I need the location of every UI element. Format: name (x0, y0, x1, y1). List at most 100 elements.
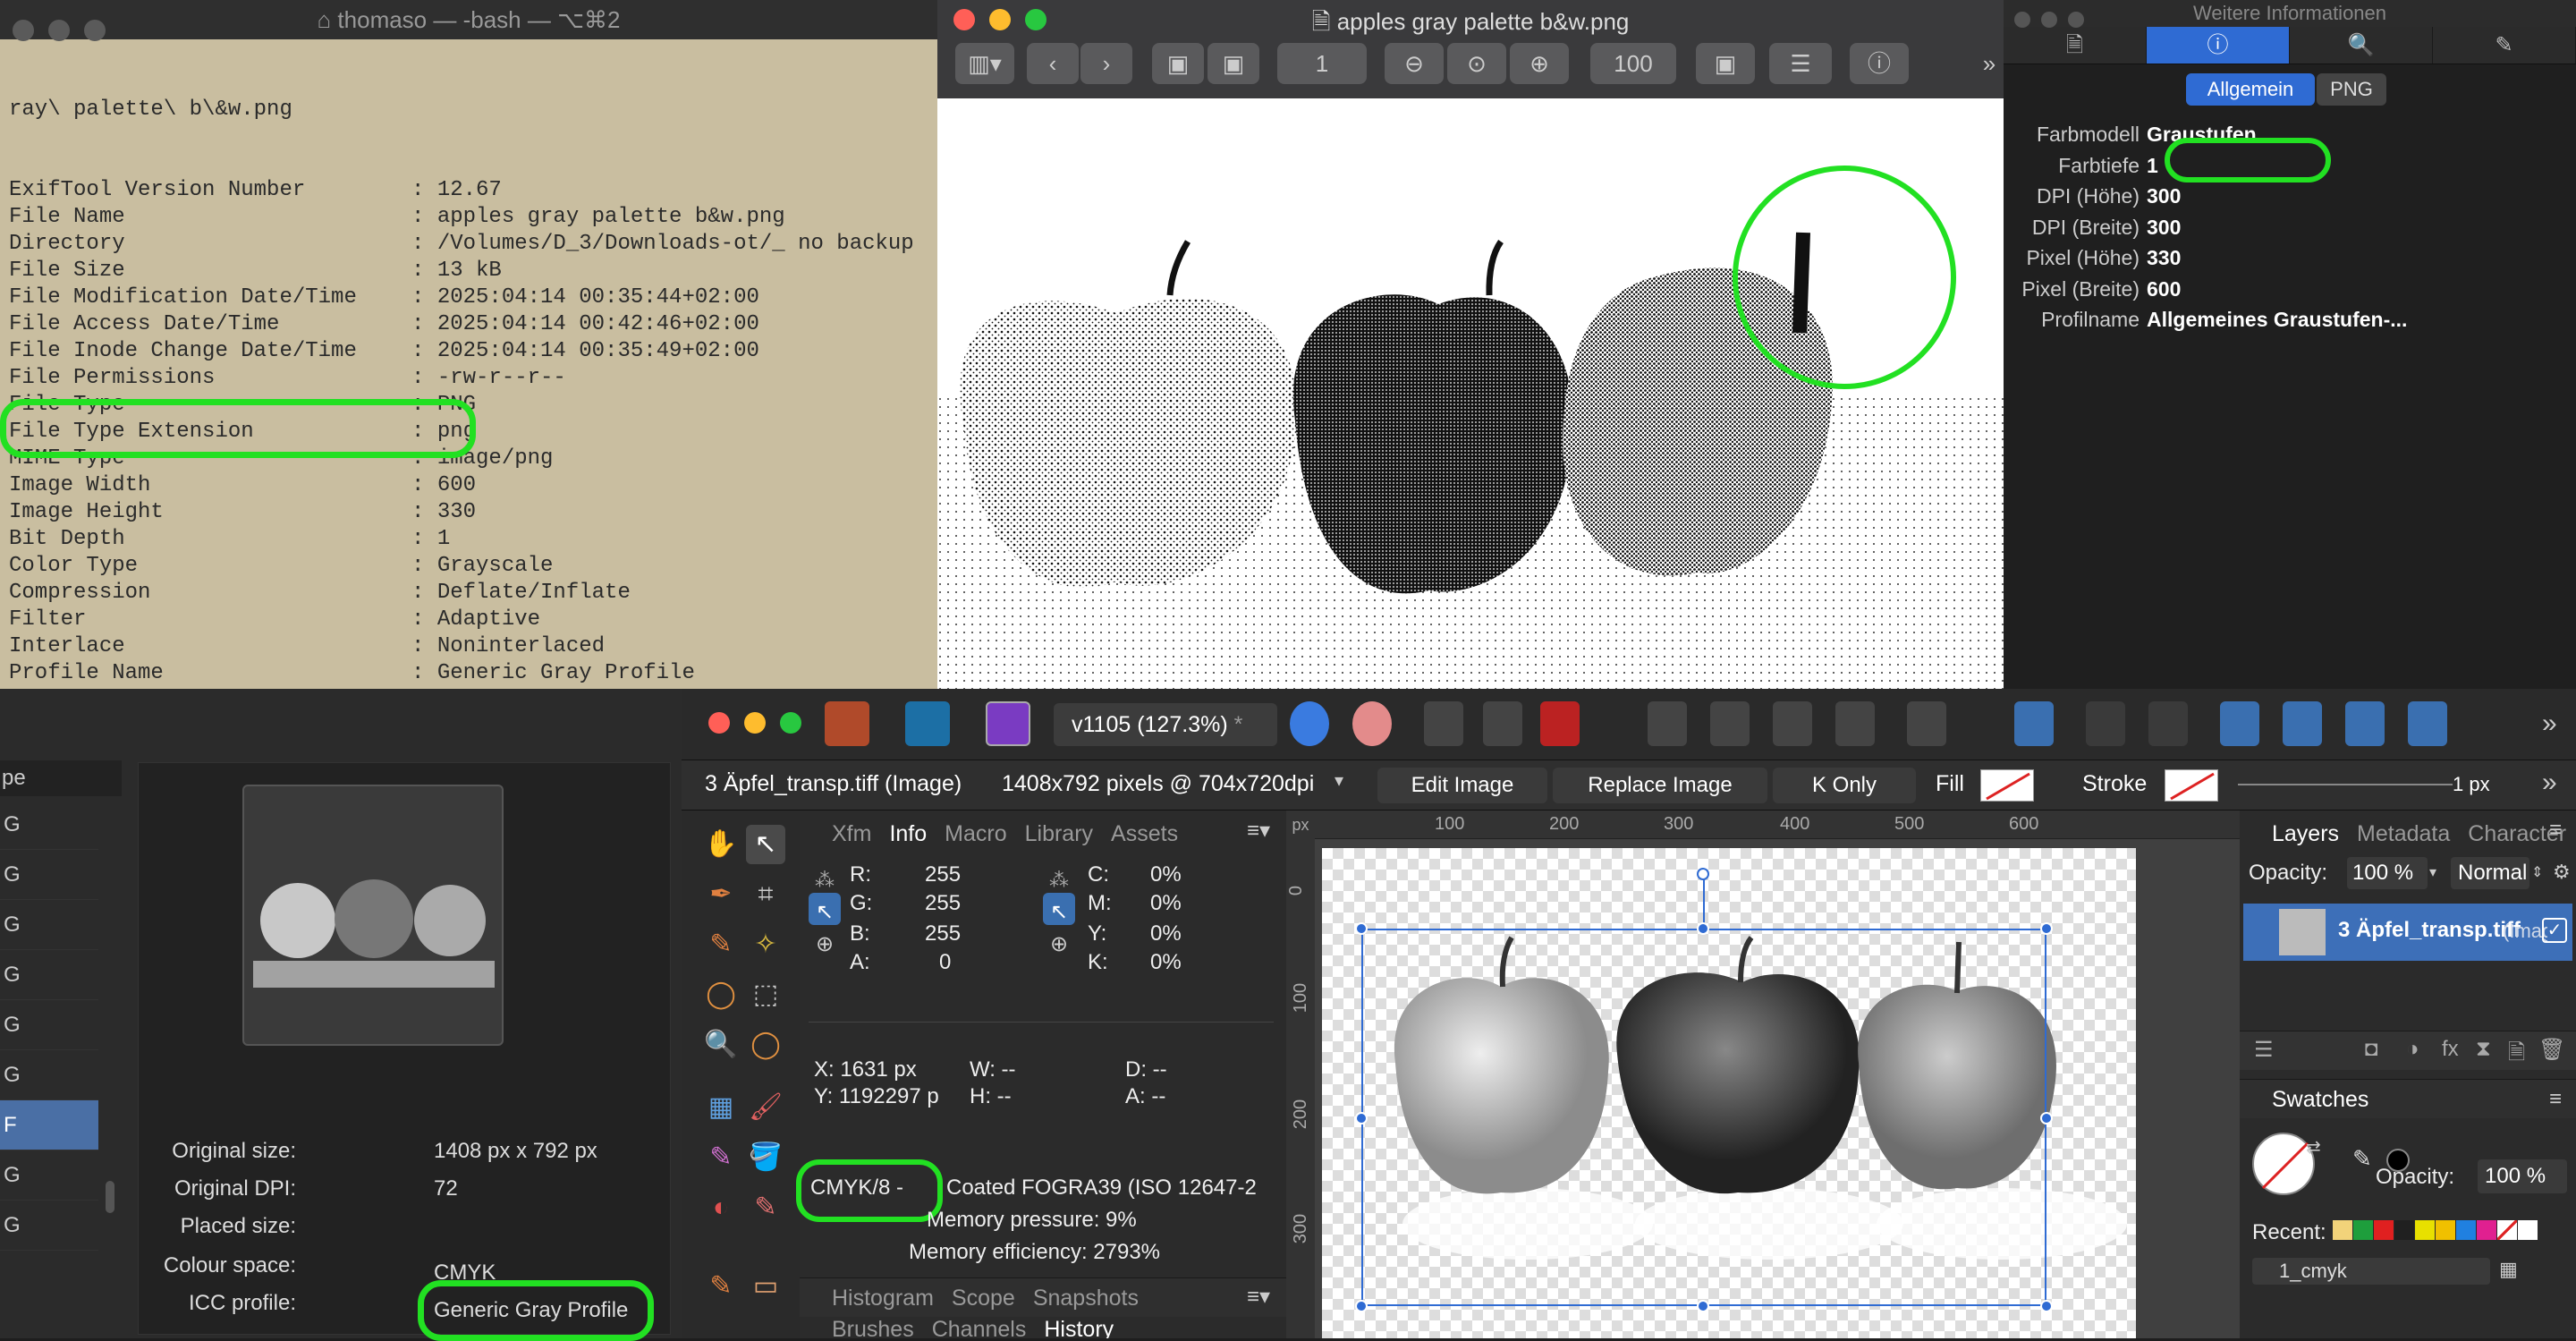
tab-info[interactable]: Info (889, 821, 927, 846)
inspector-titlebar[interactable]: Weitere Informationen (2004, 0, 2576, 29)
hourglass-icon[interactable]: ⧗ (2476, 1037, 2491, 1062)
palette-grid-icon[interactable]: ▦ (2499, 1258, 2518, 1281)
arrange-back-icon[interactable] (2345, 701, 2385, 746)
stroke-width-value[interactable]: 1 px (2453, 773, 2490, 796)
stroke-width-slider[interactable] (2238, 784, 2453, 785)
terminal-output[interactable]: ray\ palette\ b\&w.png ExifTool Version … (0, 39, 937, 689)
zoom-button[interactable] (2068, 12, 2084, 29)
tab-info-icon[interactable]: ⓘ (2147, 27, 2290, 64)
tab-document-icon[interactable]: 🗎 (2004, 27, 2147, 64)
toolbar-overflow-icon[interactable]: » (2542, 709, 2557, 739)
recent-swatch[interactable] (2394, 1220, 2414, 1240)
close-button[interactable] (2014, 12, 2030, 29)
no-selection-icon[interactable] (1773, 701, 1812, 746)
recent-swatch[interactable] (2497, 1220, 2517, 1240)
magic-wand-icon[interactable]: ✧ (746, 925, 785, 964)
close-button[interactable] (13, 20, 34, 42)
context-toolbar[interactable]: 3 Äpfel_transp.tiff (Image) 1408x792 pix… (682, 760, 2576, 811)
swatches-menu-icon[interactable]: ≡ (2549, 1087, 2562, 1112)
layer-row[interactable]: 3 Äpfel_transp.tiff (Image) ✓ (2243, 904, 2572, 961)
handle-bottom-left[interactable] (1355, 1300, 1368, 1312)
info-inspector-window[interactable]: Weitere Informationen 🗎 ⓘ 🔍 ✎ Allgemein … (2004, 0, 2576, 689)
magnet-icon[interactable] (1540, 701, 1580, 746)
palette-select[interactable]: 1_cmyk (2252, 1258, 2490, 1285)
handle-middle-left[interactable] (1355, 1112, 1368, 1125)
close-button[interactable] (708, 712, 730, 734)
recent-swatch[interactable] (2436, 1220, 2455, 1240)
stroke-swatch-none[interactable] (2165, 769, 2218, 802)
list-item[interactable]: G (0, 800, 98, 850)
grid-icon[interactable] (1424, 701, 1463, 746)
segment-png[interactable]: PNG (2317, 73, 2386, 106)
color-sampler-icon[interactable]: ⁂ (809, 861, 841, 893)
arrange-front-icon[interactable] (2408, 701, 2447, 746)
list-item[interactable]: G (0, 900, 98, 950)
scrollbar-thumb[interactable] (106, 1181, 114, 1213)
minimize-button[interactable] (2041, 12, 2057, 29)
marquee-icon[interactable] (1710, 701, 1750, 746)
zoom-in-icon[interactable]: ⊕ (1510, 43, 1569, 84)
context-overflow-icon[interactable]: » (2542, 768, 2557, 798)
page-up-icon[interactable]: ▣ (1152, 43, 1204, 84)
swap-colors-icon[interactable]: ⇄ (2306, 1136, 2321, 1159)
info-panel[interactable]: Xfm Info Macro Library Assets ≡▾ ⁂ ↖ ⊕ R: 255… (796, 811, 1286, 1338)
tab-layers[interactable]: Layers (2272, 821, 2339, 846)
panel-menu-icon[interactable]: ≡▾ (1247, 818, 1270, 844)
place-image-panel[interactable]: pe GGGGGGFGG Original size: 1408 px x 79… (0, 689, 682, 1341)
recent-swatch[interactable] (2333, 1220, 2352, 1240)
handle-top-right[interactable] (2040, 922, 2053, 935)
list-item[interactable]: G (0, 1000, 98, 1050)
freehand-select-icon[interactable]: ◯ (746, 1025, 785, 1065)
pen-tip-icon[interactable] (1648, 701, 1687, 746)
flip-vertical-icon[interactable] (2283, 701, 2322, 746)
list-item[interactable]: G (0, 1150, 98, 1201)
minimize-button[interactable] (48, 20, 70, 42)
recent-swatch[interactable] (2353, 1220, 2373, 1240)
horizontal-ruler[interactable]: 100 200 300 400 500 600 (1315, 811, 2240, 839)
histogram-menu-icon[interactable]: ≡▾ (1247, 1284, 1270, 1310)
actual-size-icon[interactable]: ⊙ (1447, 43, 1506, 84)
tab-brushes[interactable]: Brushes (832, 1317, 914, 1338)
pixel-info-dropdown[interactable]: 1408x792 pixels @ 704x720dpi (1002, 771, 1314, 797)
transform-icon[interactable] (1835, 701, 1875, 746)
k-only-button[interactable]: K Only (1773, 768, 1916, 803)
delete-layer-icon[interactable]: 🗑 (2538, 1037, 2565, 1063)
pixel-info-chevron-icon[interactable]: ▾ (1335, 769, 1343, 792)
tab-channels[interactable]: Channels (932, 1317, 1027, 1338)
pen-tool-icon[interactable]: ✒ (701, 875, 741, 914)
flip-horizontal-icon[interactable] (2220, 701, 2259, 746)
right-studio[interactable]: Layers Metadata Character ≡ Opacity: 100 %… (2240, 811, 2576, 1338)
toolbar-overflow-icon[interactable]: » (1975, 43, 2004, 84)
main-toolbar[interactable]: v1105 (127.3%) * » (682, 689, 2576, 760)
rect-marquee-icon[interactable]: ⬚ (746, 975, 785, 1014)
crosshair-2-icon[interactable]: ⊕ (1043, 925, 1075, 957)
swatches-header[interactable]: Swatches ≡ (2240, 1079, 2576, 1118)
list-item[interactable]: G (0, 950, 98, 1000)
rotate-handle[interactable] (1697, 868, 1709, 880)
layers-menu-icon[interactable]: ≡ (2549, 818, 2562, 843)
cursor-sampler-icon[interactable]: ↖ (809, 893, 841, 925)
mask-icon[interactable] (1907, 701, 1946, 746)
tab-assets[interactable]: Assets (1111, 821, 1178, 846)
tab-histogram[interactable]: Histogram (832, 1286, 934, 1311)
eraser-icon[interactable]: ▭ (746, 1267, 785, 1306)
tab-snapshots[interactable]: Snapshots (1033, 1286, 1139, 1311)
list-item[interactable]: F (0, 1100, 98, 1150)
pencil-tool-icon[interactable]: ✎ (701, 925, 741, 964)
page-down-icon[interactable]: ▣ (1208, 43, 1259, 84)
handle-top-middle[interactable] (1697, 922, 1709, 935)
page-number-field[interactable]: 1 (1277, 43, 1367, 84)
sidebar-toggle-icon[interactable]: ▥▾ (955, 43, 1014, 84)
preview-window[interactable]: 🗎 apples gray palette b&w.png ▥▾ ‹ › ▣ ▣… (937, 0, 2004, 689)
brushes-panel-header[interactable]: Brushes Channels History (800, 1317, 1286, 1338)
vertical-ruler[interactable]: 0 100 200 300 (1286, 839, 1315, 1338)
layers-icon[interactable]: ☰ (1769, 43, 1832, 84)
tab-history[interactable]: History (1044, 1317, 1114, 1338)
segment-allgemein[interactable]: Allgemein (2186, 73, 2315, 106)
selection-bounding-box[interactable] (1361, 929, 2046, 1306)
histogram-panel-header[interactable]: Histogram Scope Snapshots ≡▾ (800, 1277, 1286, 1317)
zoom-field[interactable]: 100 (1590, 43, 1676, 84)
list-item[interactable]: G (0, 1050, 98, 1100)
crosshair-icon[interactable]: ⊕ (809, 925, 841, 957)
snap-icon[interactable] (1483, 701, 1522, 746)
